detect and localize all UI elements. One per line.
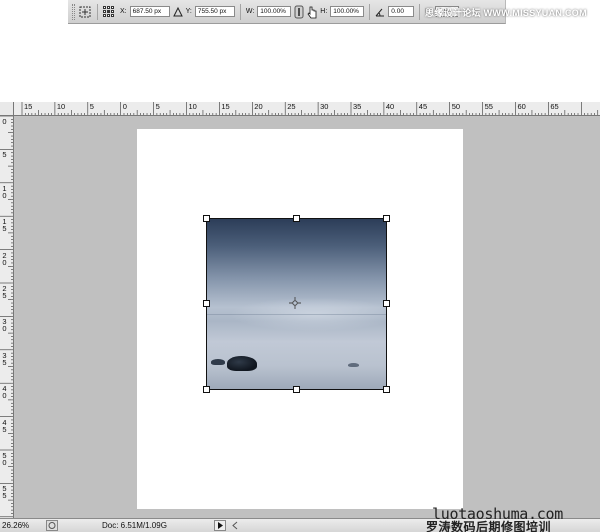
zoom-level[interactable]: 26.26% [2, 521, 29, 530]
options-bar-grip[interactable] [72, 3, 75, 20]
w-label: W: [245, 8, 255, 15]
ruler-h-label: 50 [451, 102, 461, 111]
ruler-h-label: 40 [385, 102, 395, 111]
ruler-h-label: 0 [122, 102, 127, 111]
ruler-h-label: 20 [254, 102, 263, 111]
doc-profile-icon[interactable] [46, 520, 58, 531]
rotation-field[interactable]: 0.00 [388, 6, 415, 17]
h-label: H: [320, 8, 328, 15]
ruler-h-label: 5 [155, 102, 160, 111]
separator [239, 3, 241, 20]
document-size-info: Doc: 6.51M/1.09G [102, 521, 167, 530]
status-menu-arrow-icon[interactable] [214, 520, 226, 531]
transform-handle-middle-right[interactable] [383, 300, 390, 307]
transform-handle-top-center[interactable] [293, 215, 300, 222]
ruler-h-label: 15 [24, 102, 33, 111]
ruler-h-label: 45 [418, 102, 428, 111]
link-icon[interactable] [294, 5, 304, 19]
ruler-v-label: 5 0 [2, 451, 7, 467]
transform-handle-middle-left[interactable] [203, 300, 210, 307]
transform-handle-bottom-center[interactable] [293, 386, 300, 393]
ruler-v-label: 3 0 [2, 317, 7, 334]
transform-pivot-icon[interactable] [288, 296, 302, 310]
horizontal-ruler-ticks [21, 102, 599, 115]
move-tool-icon[interactable] [78, 5, 92, 19]
x-position-field[interactable]: 687.50 px [129, 6, 170, 17]
ruler-h-label: 55 [484, 102, 493, 111]
ruler-v-label: 3 5 [2, 350, 7, 367]
transform-handle-bottom-right[interactable] [383, 386, 390, 393]
canvas-pasteboard[interactable] [15, 117, 600, 518]
ruler-v-label: 1 5 [2, 217, 7, 234]
reference-point-locator[interactable] [103, 5, 117, 19]
cursor-hand-icon [307, 5, 317, 19]
ruler-v-label: 4 0 [2, 384, 7, 401]
transform-handle-bottom-left[interactable] [203, 386, 210, 393]
ruler-v-label: 5 5 [2, 484, 7, 501]
y-position-field[interactable]: 755.50 px [194, 6, 235, 17]
site-watermark-caption: 罗涛数码后期修图培训 [426, 520, 552, 532]
ruler-h-label: 15 [221, 102, 230, 111]
scroll-left-icon[interactable] [230, 520, 240, 531]
ruler-v-label: 0 [2, 117, 7, 126]
delta-icon[interactable] [172, 5, 183, 19]
separator [419, 3, 421, 20]
x-label: X: [120, 8, 127, 15]
height-scale-field[interactable]: 100.00% [330, 6, 365, 17]
vertical-ruler[interactable]: 0 5 1 0 1 5 2 0 2 5 3 0 3 5 4 0 4 5 5 0 5 5 [0, 116, 14, 518]
ruler-origin[interactable] [0, 102, 14, 116]
separator [369, 3, 371, 20]
ruler-v-label: 2 5 [2, 284, 7, 300]
transform-handle-top-right[interactable] [383, 215, 390, 222]
ruler-h-label: 35 [353, 102, 362, 111]
ruler-v-label: 5 [2, 150, 7, 160]
ruler-h-label: 60 [517, 102, 526, 111]
transform-handle-top-left[interactable] [203, 215, 210, 222]
ruler-h-label: 65 [550, 102, 559, 111]
width-scale-field[interactable]: 100.00% [257, 6, 292, 17]
y-label: Y: [185, 8, 192, 15]
ruler-h-label: 5 [89, 102, 94, 111]
ruler-h-label: 10 [56, 102, 66, 111]
separator [97, 3, 98, 20]
ruler-h-label: 30 [320, 102, 329, 111]
ruler-v-label: 4 5 [2, 417, 7, 434]
rotate-angle-icon [375, 5, 385, 19]
ruler-v-label: 1 0 [2, 183, 7, 200]
ruler-h-label: 25 [287, 102, 296, 111]
ruler-h-label: 10 [188, 102, 197, 111]
horizontal-ruler[interactable]: 15 10 5 0 5 10 15 20 25 30 35 40 45 50 55 60 65 [14, 102, 600, 116]
site-watermark-top: 思缘设计论坛 WWW.MISSYUAN.COM [425, 8, 587, 18]
ruler-v-label: 2 0 [2, 250, 7, 267]
document-window: 15 10 5 0 5 10 15 20 25 30 35 40 45 50 55 60 65 051 01 5… [0, 102, 600, 532]
